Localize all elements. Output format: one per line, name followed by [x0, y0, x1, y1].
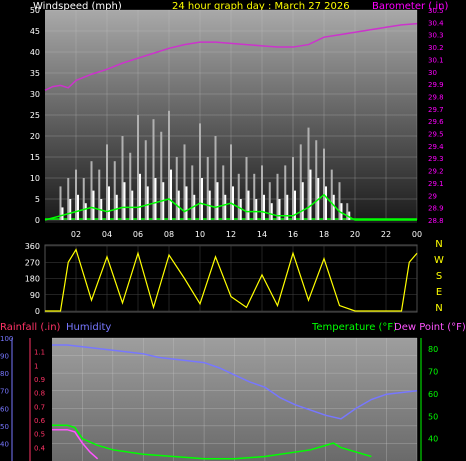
- rainfall-y-tick: 0.9: [34, 376, 45, 384]
- baro-y-tick: 28.9: [428, 205, 444, 213]
- baro-y-tick: 30.3: [428, 32, 444, 40]
- wind-y-tick: 35: [30, 69, 40, 78]
- direction-y-tick: 0: [35, 307, 40, 316]
- rainfall-label: Rainfall (.in): [0, 322, 61, 333]
- direction-y-tick: 360: [25, 242, 40, 251]
- humidity-y-tick: 70: [0, 388, 9, 396]
- humidity-label: Humidity: [66, 322, 111, 333]
- wind-y-tick: 50: [30, 6, 40, 15]
- temperature-y-tick: 60: [428, 390, 438, 399]
- rainfall-y-tick: 0.4: [34, 444, 46, 452]
- humidity-y-tick: 60: [0, 405, 9, 413]
- wind-y-tick: 15: [30, 153, 40, 162]
- baro-y-tick: 30.1: [428, 56, 444, 64]
- humidity-y-tick: 50: [0, 423, 9, 431]
- time-x-tick: 06: [133, 230, 143, 239]
- time-x-tick: 22: [381, 230, 391, 239]
- wind-y-tick: 45: [30, 27, 40, 36]
- rainfall-y-tick: 0.5: [34, 431, 45, 439]
- baro-y-tick: 30.2: [428, 44, 444, 52]
- baro-y-tick: 29.4: [428, 143, 444, 151]
- wind-y-tick: 0: [35, 216, 40, 225]
- direction-y-tick: 90: [30, 291, 40, 300]
- baro-y-tick: 30.5: [428, 7, 444, 15]
- baro-y-tick: 29: [428, 192, 437, 200]
- compass-letter: S: [436, 271, 442, 282]
- wind-y-tick: 5: [35, 195, 40, 204]
- baro-y-tick: 29.9: [428, 81, 444, 89]
- baro-y-tick: 29.1: [428, 180, 444, 188]
- baro-y-tick: 29.6: [428, 118, 444, 126]
- weather-graph: Windspeed (mph) 24 hour graph day : Marc…: [0, 1, 466, 461]
- humidity-y-tick: 100: [0, 335, 13, 343]
- temperature-y-tick: 70: [428, 368, 438, 377]
- baro-y-tick: 29.2: [428, 168, 444, 176]
- temperature-y-tick: 50: [428, 412, 438, 421]
- compass-letter: N: [435, 303, 442, 314]
- baro-y-tick: 29.3: [428, 155, 444, 163]
- rainfall-y-tick: 0.8: [34, 390, 45, 398]
- humidity-y-tick: 40: [0, 440, 9, 448]
- time-x-tick: 00: [412, 230, 422, 239]
- baro-y-tick: 28.8: [428, 217, 444, 225]
- baro-y-tick: 30.4: [428, 19, 444, 27]
- time-x-ticks: 02 04 06 08 10 12 14 16 18 20 22 00: [71, 230, 422, 239]
- wind-y-tick: 30: [30, 90, 40, 99]
- wind-y-tick: 20: [30, 132, 40, 141]
- humidity-y-tick: 90: [0, 353, 9, 361]
- compass-letter: W: [434, 255, 444, 266]
- humidity-y-tick: 80: [0, 370, 9, 378]
- time-x-tick: 02: [71, 230, 81, 239]
- wind-y-tick: 10: [30, 174, 40, 183]
- compass-labels: NWSEN: [434, 239, 444, 314]
- temperature-label: Temperature (°F): [311, 322, 397, 333]
- baro-y-tick: 29.7: [428, 106, 444, 114]
- wind-y-ticks: 0 5 10 15 20 25 30 35 40 45 50: [30, 6, 40, 225]
- baro-y-tick: 29.5: [428, 131, 444, 139]
- rainfall-y-tick: 0.6: [34, 417, 46, 425]
- compass-letter: E: [436, 287, 442, 298]
- direction-y-ticks: 0 90 180 270 360: [25, 242, 40, 316]
- time-x-tick: 20: [350, 230, 360, 239]
- rainfall-y-tick: 1: [34, 362, 38, 370]
- wind-y-tick: 40: [30, 48, 40, 57]
- time-x-tick: 16: [288, 230, 298, 239]
- temperature-y-tick: 80: [428, 345, 438, 354]
- compass-letter: N: [435, 239, 442, 250]
- rainfall-y-tick: 1.1: [34, 349, 45, 357]
- wind-y-tick: 25: [30, 111, 40, 120]
- direction-y-tick: 270: [25, 258, 40, 267]
- baro-y-tick: 30: [428, 69, 437, 77]
- time-x-tick: 04: [102, 230, 112, 239]
- time-x-tick: 14: [257, 230, 267, 239]
- baro-y-tick: 29.8: [428, 93, 444, 101]
- rainfall-y-tick: 0.7: [34, 403, 45, 411]
- time-x-tick: 12: [226, 230, 236, 239]
- temperature-y-tick: 40: [428, 435, 438, 444]
- dewpoint-label: Dew Point (°F): [394, 322, 466, 333]
- time-x-tick: 18: [319, 230, 329, 239]
- time-x-tick: 10: [195, 230, 205, 239]
- direction-y-tick: 180: [25, 275, 40, 284]
- time-x-tick: 08: [164, 230, 174, 239]
- baro-y-ticks: 28.8 28.9 29 29.1 29.2 29.3 29.4 29.5 29.6 29.7 29…: [428, 7, 444, 225]
